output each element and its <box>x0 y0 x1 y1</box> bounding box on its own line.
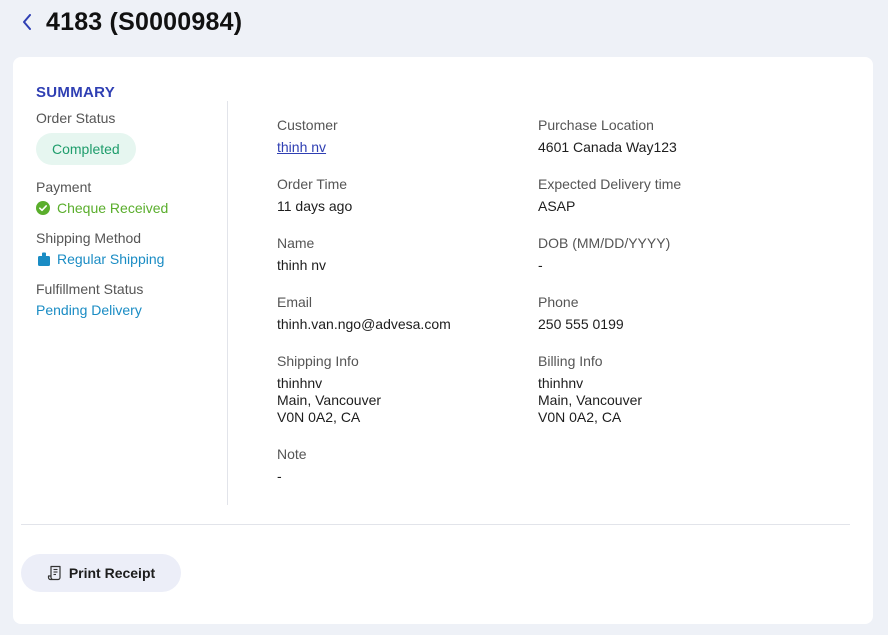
summary-panel: SUMMARY Order Status Completed Payment C… <box>36 84 226 332</box>
phone-field: Phone 250 555 0199 <box>538 294 778 333</box>
vertical-divider <box>227 101 228 505</box>
shipping-info-line: thinhnv <box>277 375 323 391</box>
print-receipt-label: Print Receipt <box>68 565 156 581</box>
print-receipt-button[interactable]: Print Receipt <box>21 554 181 592</box>
order-time-field: Order Time 11 days ago <box>277 176 517 215</box>
customer-link[interactable]: thinh nv <box>277 139 326 155</box>
fulfillment-label: Fulfillment Status <box>36 281 144 297</box>
dob-field: DOB (MM/DD/YYYY) - <box>538 235 778 274</box>
name-value: thinh nv <box>277 257 327 273</box>
payment-block: Payment Cheque Received <box>36 179 226 216</box>
billing-info-line: thinhnv <box>538 375 584 391</box>
email-label: Email <box>277 294 313 310</box>
customer-label: Customer <box>277 117 338 133</box>
shipping-method-label: Shipping Method <box>36 230 142 246</box>
shipping-method-block: Shipping Method Regular Shipping <box>36 230 226 267</box>
payment-label: Payment <box>36 179 92 195</box>
expected-delivery-field: Expected Delivery time ASAP <box>538 176 778 215</box>
note-value: - <box>277 468 282 484</box>
purchase-location-value: 4601 Canada Way123 <box>538 139 677 155</box>
payment-value: Cheque Received <box>57 200 169 216</box>
order-status-badge: Completed <box>36 133 136 165</box>
order-time-label: Order Time <box>277 176 348 192</box>
receipt-icon <box>47 565 63 581</box>
shipping-info-line: Main, Vancouver <box>277 392 382 408</box>
check-circle-icon <box>36 200 52 216</box>
customer-field: Customer thinh nv <box>277 117 517 157</box>
page-header: 4183 (S0000984) <box>16 4 242 40</box>
dob-label: DOB (MM/DD/YYYY) <box>538 235 671 251</box>
horizontal-divider <box>21 524 850 525</box>
billing-info-field: Billing Info thinhnv Main, Vancouver V0N… <box>538 353 778 426</box>
package-icon <box>36 251 52 267</box>
name-field: Name thinh nv <box>277 235 517 274</box>
phone-label: Phone <box>538 294 579 310</box>
fulfillment-value: Pending Delivery <box>36 302 142 318</box>
expected-delivery-label: Expected Delivery time <box>538 176 682 192</box>
shipping-method-value: Regular Shipping <box>57 251 165 267</box>
phone-value: 250 555 0199 <box>538 316 624 332</box>
purchase-location-field: Purchase Location 4601 Canada Way123 <box>538 117 778 156</box>
order-status-block: Order Status Completed <box>36 110 226 165</box>
order-time-value: 11 days ago <box>277 198 353 214</box>
purchase-location-label: Purchase Location <box>538 117 654 133</box>
shipping-info-field: Shipping Info thinhnv Main, Vancouver V0… <box>277 353 517 426</box>
fulfillment-status: Pending Delivery <box>36 302 226 318</box>
dob-value: - <box>538 257 543 273</box>
email-field: Email thinh.van.ngo@advesa.com <box>277 294 517 333</box>
shipping-method-status: Regular Shipping <box>36 251 226 267</box>
note-field: Note - <box>277 446 517 485</box>
order-detail-card: SUMMARY Order Status Completed Payment C… <box>13 57 873 624</box>
name-label: Name <box>277 235 315 251</box>
page-title: 4183 (S0000984) <box>46 7 243 36</box>
chevron-left-icon <box>23 14 31 30</box>
billing-info-line: V0N 0A2, CA <box>538 409 622 425</box>
expected-delivery-value: ASAP <box>538 198 576 214</box>
shipping-info-line: V0N 0A2, CA <box>277 409 361 425</box>
back-button[interactable] <box>16 8 38 36</box>
note-label: Note <box>277 446 307 462</box>
summary-title: SUMMARY <box>36 84 116 101</box>
payment-status: Cheque Received <box>36 200 226 216</box>
email-value: thinh.van.ngo@advesa.com <box>277 316 451 332</box>
billing-info-label: Billing Info <box>538 353 603 369</box>
billing-info-line: Main, Vancouver <box>538 392 643 408</box>
fulfillment-block: Fulfillment Status Pending Delivery <box>36 281 226 318</box>
shipping-info-label: Shipping Info <box>277 353 359 369</box>
order-status-label: Order Status <box>36 110 116 126</box>
